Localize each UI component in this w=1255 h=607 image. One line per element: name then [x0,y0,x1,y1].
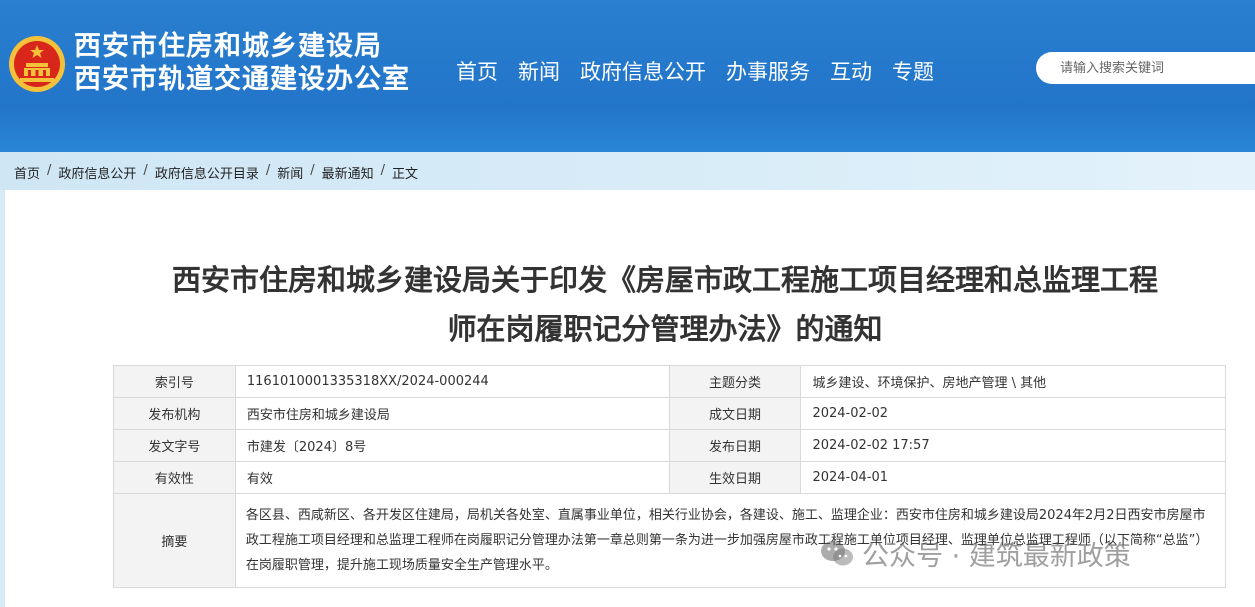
published-date-label: 发布日期 [668,429,802,462]
breadcrumb-news[interactable]: 新闻 [277,163,303,182]
breadcrumb-home[interactable]: 首页 [14,163,40,182]
nav-home[interactable]: 首页 [456,56,498,88]
nav-news[interactable]: 新闻 [518,56,560,88]
effective-date-label: 生效日期 [668,461,802,494]
article-title-line-2: 师在岗履职记分管理办法》的通知 [447,312,883,346]
search-box [1036,52,1255,84]
index-value: 1161010001335318XX/2024-000244 [234,365,670,398]
table-row: 有效性 有效 生效日期 2024-04-01 [113,461,1226,494]
breadcrumb-separator: / [47,163,52,178]
topic-value: 城乡建设、环境保护、房地产管理 \ 其他 [800,365,1226,398]
breadcrumb-separator: / [310,163,315,178]
breadcrumb-gov-info-catalog[interactable]: 政府信息公开目录 [155,163,259,182]
topic-label: 主题分类 [668,365,802,398]
breadcrumb-bar: 首页 / 政府信息公开 / 政府信息公开目录 / 新闻 / 最新通知 / 正文 [0,152,1255,190]
article-title: 西安市住房和城乡建设局关于印发《房屋市政工程施工项目经理和总监理工程 师在岗履职… [110,256,1220,354]
created-date-label: 成文日期 [668,397,802,430]
nav-services[interactable]: 办事服务 [726,56,810,88]
wechat-icon [821,540,853,565]
site-header: 西安市住房和城乡建设局 西安市轨道交通建设办公室 首页 新闻 政府信息公开 办事… [0,0,1255,152]
nav-gov-info[interactable]: 政府信息公开 [580,56,706,88]
created-date-value: 2024-02-02 [800,397,1226,430]
table-row: 发布机构 西安市住房和城乡建设局 成文日期 2024-02-02 [113,397,1226,430]
national-emblem-icon[interactable] [8,33,66,95]
table-row: 索引号 1161010001335318XX/2024-000244 主题分类 … [113,365,1226,398]
breadcrumb-separator: / [265,163,271,178]
doc-number-label: 发文字号 [113,429,236,462]
nav-interaction[interactable]: 互动 [830,56,872,88]
watermark: 公众号 · 建筑最新政策 [820,534,1131,573]
validity-label: 有效性 [113,461,236,494]
search-input[interactable] [1036,52,1255,84]
abstract-label: 摘要 [113,493,236,588]
nav-topics[interactable]: 专题 [892,56,934,88]
issuer-value: 西安市住房和城乡建设局 [234,397,670,430]
breadcrumb-gov-info[interactable]: 政府信息公开 [58,163,136,182]
effective-date-value: 2024-04-01 [800,461,1226,494]
published-date-value: 2024-02-02 17:57 [800,429,1226,462]
breadcrumb: 首页 / 政府信息公开 / 政府信息公开目录 / 新闻 / 最新通知 / 正文 [14,163,418,182]
main-nav: 首页 新闻 政府信息公开 办事服务 互动 专题 [456,56,954,88]
doc-number-value: 市建发〔2024〕8号 [234,429,670,462]
org-name-secondary: 西安市轨道交通建设办公室 [74,64,410,95]
watermark-text: 公众号 · 建筑最新政策 [862,541,1131,572]
breadcrumb-separator: / [380,163,386,178]
breadcrumb-separator: / [143,163,148,178]
validity-value: 有效 [234,461,670,494]
table-row: 发文字号 市建发〔2024〕8号 发布日期 2024-02-02 17:57 [113,429,1226,462]
site-title[interactable]: 西安市住房和城乡建设局 西安市轨道交通建设办公室 [74,30,410,96]
breadcrumb-latest-notice[interactable]: 最新通知 [322,163,374,182]
org-name-primary: 西安市住房和城乡建设局 [74,31,382,62]
breadcrumb-current: 正文 [392,167,419,182]
article-title-line-1: 西安市住房和城乡建设局关于印发《房屋市政工程施工项目经理和总监理工程 [171,263,1158,297]
issuer-label: 发布机构 [113,397,236,430]
index-label: 索引号 [113,365,236,398]
